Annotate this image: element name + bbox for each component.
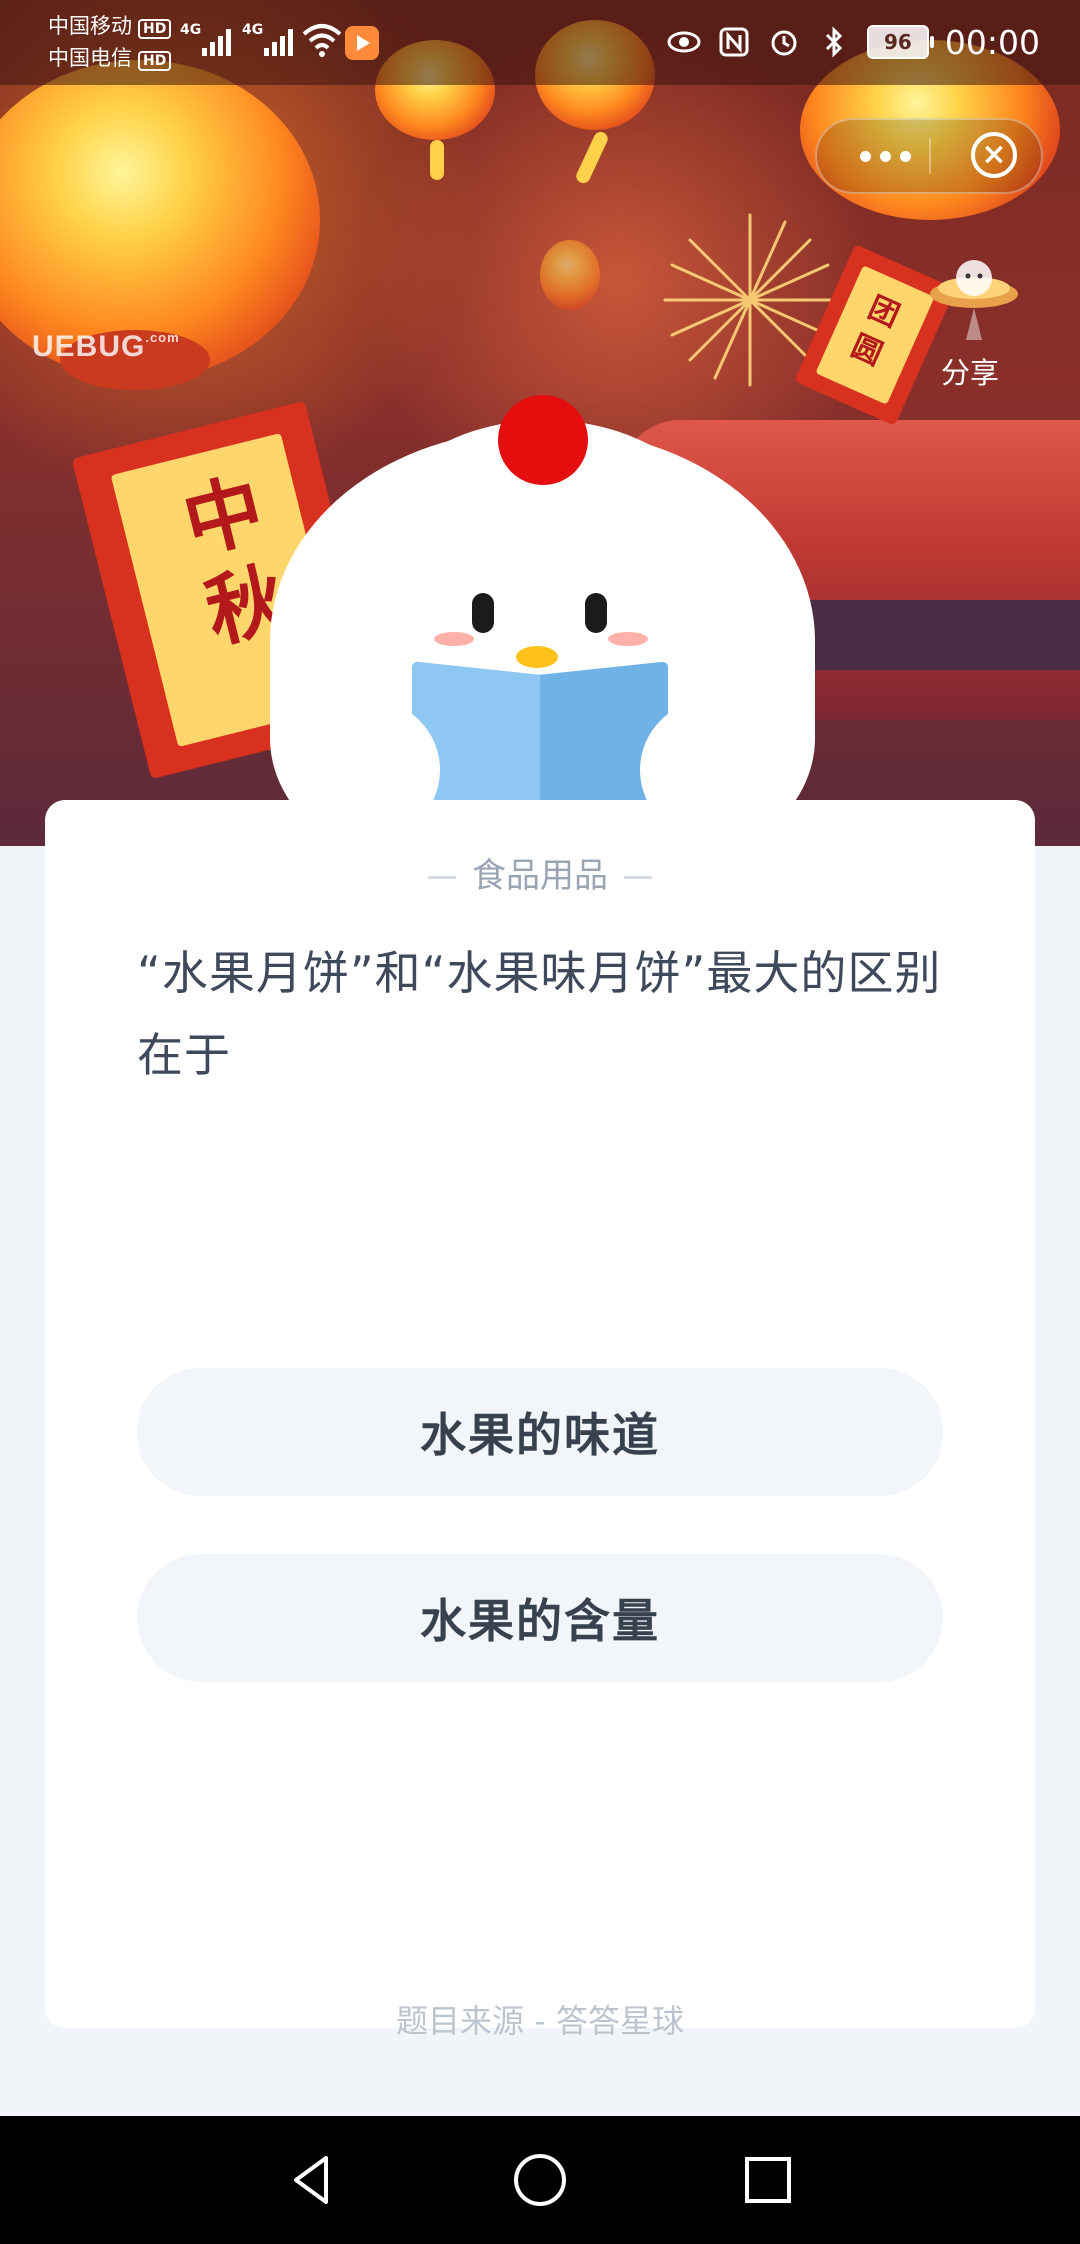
carrier-2-name: 中国电信: [48, 46, 132, 70]
category-label: 食品用品: [472, 856, 608, 896]
eye-comfort-icon: [667, 25, 701, 59]
wifi-icon: [302, 24, 342, 57]
question-card: 食品用品 “水果月饼”和“水果味月饼”最大的区别在于 水果的味道 水果的含量 题…: [45, 800, 1035, 2040]
mascot-eye-left: [472, 593, 494, 633]
question-text: “水果月饼”和“水果味月饼”最大的区别在于: [137, 946, 942, 1082]
nfc-icon: [717, 25, 751, 59]
mascot-cheek-right: [608, 632, 648, 646]
capsule-menu: ×: [815, 118, 1043, 194]
battery-indicator: 96: [866, 25, 934, 59]
answer-option-1[interactable]: 水果的味道: [137, 1368, 943, 1496]
watermark-sub: .com: [145, 330, 180, 345]
watermark-logo: UEBUG.com: [32, 330, 180, 364]
carrier-1-name: 中国移动: [48, 14, 132, 38]
hd-badge: HD: [138, 51, 172, 71]
status-time: 00:00: [944, 22, 1040, 62]
navigation-bar: [0, 2116, 1080, 2244]
recents-icon[interactable]: [738, 2150, 798, 2210]
hd-badge: HD: [138, 19, 172, 39]
status-right-group: 96 00:00: [667, 18, 1040, 66]
video-app-icon: [345, 26, 379, 60]
watermark-text: UEBUG: [32, 330, 146, 363]
mascot-comb: [498, 395, 588, 485]
lantern-tassel: [574, 129, 610, 186]
more-icon: [879, 150, 891, 162]
question-category: 食品用品: [45, 848, 1035, 897]
category-divider-right: [624, 876, 652, 879]
signal-icon: 4G: [180, 20, 240, 60]
carrier-2: 中国电信 HD: [48, 44, 172, 72]
alarm-icon: [767, 25, 801, 59]
lantern-tassel: [430, 140, 444, 180]
question-source: 题目来源 - 答答星球: [396, 2002, 684, 2040]
share-label: 分享: [940, 356, 999, 390]
home-icon[interactable]: [510, 2150, 570, 2210]
network-type-2: 4G: [242, 22, 264, 38]
mascot-eye-right: [585, 593, 607, 633]
mascot-cheek-left: [434, 632, 474, 646]
category-divider-left: [428, 876, 456, 879]
close-icon: ×: [981, 137, 1007, 172]
more-icon: [859, 150, 871, 162]
mascot-beak: [516, 646, 558, 668]
carrier-1: 中国移动 HD: [48, 12, 172, 40]
close-button[interactable]: ×: [971, 132, 1017, 178]
share-icon: [930, 260, 1018, 340]
lantern-distant: [540, 240, 600, 310]
bluetooth-icon: [817, 25, 851, 59]
answer-option-2[interactable]: 水果的含量: [137, 1554, 943, 1682]
signal-icon: 4G: [242, 20, 302, 60]
more-button[interactable]: [845, 120, 925, 192]
capsule-divider: [929, 138, 931, 174]
network-type-1: 4G: [180, 22, 202, 38]
status-bar: 中国移动 HD 中国电信 HD 4G 4G 96 00:00: [0, 0, 1080, 85]
more-icon: [899, 150, 911, 162]
share-button[interactable]: 分享: [920, 252, 1030, 392]
back-icon[interactable]: [282, 2150, 342, 2210]
